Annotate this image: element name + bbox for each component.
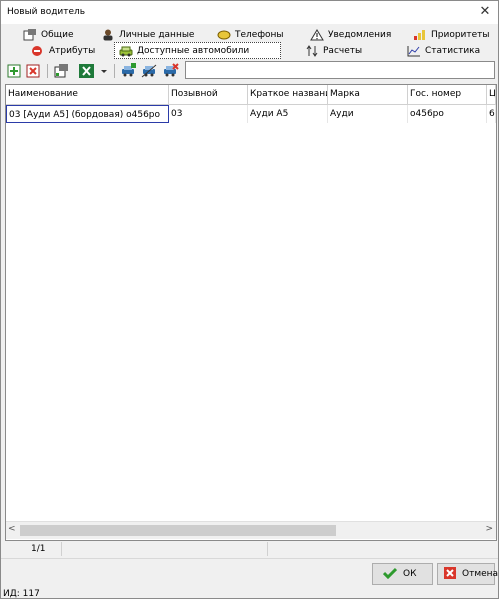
cell-plate[interactable]: о456ро <box>408 105 487 123</box>
tab-phones-label: Телефоны <box>235 29 284 40</box>
column-header-c[interactable]: Ц <box>487 85 496 104</box>
excel-icon[interactable] <box>78 63 95 79</box>
cancel-button-label: Отмена <box>462 569 499 579</box>
grid-header: Наименование Позывной Краткое название М… <box>6 85 496 105</box>
warning-icon <box>310 28 324 41</box>
table-row[interactable]: 03 [Ауди А5] (бордовая) о456ро 03 Ауди А… <box>6 105 496 123</box>
chevron-down-icon[interactable] <box>99 63 109 79</box>
sort-arrows-icon <box>305 44 319 57</box>
tab-priorities[interactable]: Приоритеты <box>409 27 490 42</box>
tab-statistics[interactable]: Статистика <box>403 43 480 58</box>
search-input[interactable] <box>185 61 495 79</box>
column-header-plate[interactable]: Гос. номер <box>408 85 487 104</box>
dialog-window: Новый водитель ✕ Общие Личные данные Тел… <box>0 0 499 599</box>
tab-personal-data-label: Личные данные <box>119 29 195 40</box>
pager-text: 1/1 <box>31 544 46 554</box>
chart-icon <box>407 45 421 57</box>
tab-priorities-label: Приоритеты <box>431 29 490 40</box>
ok-button[interactable]: ОК <box>372 563 433 585</box>
cell-short-name[interactable]: Ауди А5 <box>248 105 328 123</box>
toolbar-separator <box>47 64 48 78</box>
properties-icon[interactable] <box>53 63 70 79</box>
tab-strip: Общие Личные данные Телефоны Уведомления… <box>1 25 498 59</box>
car-remove-icon[interactable] <box>162 63 179 79</box>
cars-grid: Наименование Позывной Краткое название М… <box>5 84 497 541</box>
status-cell-pager: 1/1 <box>31 542 268 556</box>
tab-calculations-label: Расчеты <box>323 45 363 56</box>
cancel-icon <box>444 566 456 582</box>
tab-available-cars-label: Доступные автомобили <box>137 45 250 56</box>
tab-attributes[interactable]: Атрибуты <box>27 43 95 58</box>
column-header-short-name[interactable]: Краткое название <box>248 85 328 104</box>
person-icon <box>101 29 115 41</box>
window-title: Новый водитель <box>7 7 86 17</box>
checkmark-icon <box>382 567 398 582</box>
tab-phones[interactable]: Телефоны <box>213 27 284 42</box>
car-add-icon[interactable] <box>120 63 137 79</box>
tab-calculations[interactable]: Расчеты <box>301 43 362 58</box>
ok-button-label: ОК <box>403 569 417 579</box>
tab-notifications-label: Уведомления <box>328 29 392 40</box>
tab-general-label: Общие <box>41 29 74 40</box>
close-icon[interactable]: ✕ <box>477 4 493 20</box>
toolbar-separator <box>114 64 115 78</box>
tab-personal-data[interactable]: Личные данные <box>97 27 194 42</box>
column-header-brand[interactable]: Марка <box>328 85 408 104</box>
record-id: ИД: 117 <box>3 589 40 599</box>
title-bar: Новый водитель ✕ <box>1 1 498 24</box>
priority-icon <box>413 29 427 41</box>
car-link-icon[interactable] <box>141 63 158 79</box>
delete-icon[interactable] <box>25 63 42 79</box>
cancel-button[interactable]: Отмена <box>437 563 499 585</box>
toolbar <box>3 60 496 82</box>
column-header-name[interactable]: Наименование <box>6 85 169 104</box>
tab-general[interactable]: Общие <box>19 27 74 42</box>
footer: ОК Отмена <box>1 558 498 587</box>
cell-callsign[interactable]: 03 <box>169 105 248 123</box>
status-bar: 1/1 <box>5 542 495 557</box>
scroll-left-icon[interactable]: < <box>8 524 16 534</box>
cell-c[interactable]: 6 <box>487 105 496 123</box>
tab-statistics-label: Статистика <box>425 45 481 56</box>
column-header-callsign[interactable]: Позывной <box>169 85 248 104</box>
add-icon[interactable] <box>6 63 23 79</box>
scrollbar-thumb[interactable] <box>20 525 336 536</box>
cell-brand[interactable]: Ауди <box>328 105 408 123</box>
horizontal-scrollbar[interactable]: < > <box>6 521 496 539</box>
tab-notifications[interactable]: Уведомления <box>306 27 391 42</box>
general-icon <box>23 28 37 41</box>
tab-attributes-label: Атрибуты <box>49 45 96 56</box>
tab-available-cars[interactable]: Доступные автомобили <box>114 42 281 59</box>
cell-name[interactable]: 03 [Ауди А5] (бордовая) о456ро <box>6 105 169 123</box>
phone-icon <box>217 29 231 41</box>
attributes-icon <box>31 45 45 57</box>
scroll-right-icon[interactable]: > <box>485 524 493 534</box>
car-icon <box>119 45 133 57</box>
